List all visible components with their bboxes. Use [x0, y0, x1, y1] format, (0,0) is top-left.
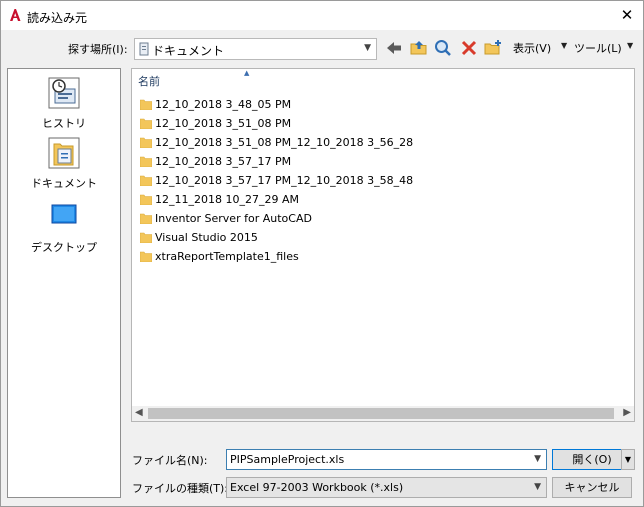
- list-item[interactable]: 12_10_2018 3_51_08 PM: [140, 115, 600, 133]
- close-button[interactable]: ✕: [615, 3, 639, 27]
- view-menu[interactable]: 表示(V): [513, 40, 551, 56]
- chevron-down-icon[interactable]: ▼: [534, 454, 541, 464]
- autocad-logo-icon: [8, 8, 22, 22]
- list-item[interactable]: Inventor Server for AutoCAD: [140, 210, 600, 228]
- file-name: 12_11_2018 10_27_29 AM: [155, 193, 299, 206]
- list-item[interactable]: xtraReportTemplate1_files: [140, 248, 600, 266]
- folder-icon: [140, 175, 152, 186]
- filename-input[interactable]: PIPSampleProject.xls ▼: [226, 449, 547, 470]
- folder-icon: [140, 137, 152, 148]
- desktop-icon: [46, 199, 82, 235]
- open-dialog: 読み込み元 ✕ 探す場所(I): ドキュメント ▼ 表示(V) ▼ ツール(L)…: [0, 0, 644, 507]
- file-name: Visual Studio 2015: [155, 231, 258, 244]
- cancel-button[interactable]: キャンセル: [552, 477, 632, 498]
- folder-icon: [140, 194, 152, 205]
- place-desktop[interactable]: デスクトップ: [8, 199, 120, 255]
- list-item[interactable]: 12_10_2018 3_51_08 PM_12_10_2018 3_56_28: [140, 134, 600, 152]
- filetype-select[interactable]: Excel 97-2003 Workbook (*.xls) ▼: [226, 477, 547, 498]
- documents-small-icon: [139, 42, 149, 56]
- folder-icon: [140, 232, 152, 243]
- folder-icon: [140, 251, 152, 262]
- filename-label: ファイル名(N):: [132, 454, 208, 467]
- chevron-down-icon: ▼: [364, 43, 371, 53]
- lookin-value: ドキュメント: [152, 44, 225, 58]
- chevron-down-icon[interactable]: ▼: [534, 482, 541, 492]
- file-name: 12_10_2018 3_51_08 PM_12_10_2018 3_56_28: [155, 136, 414, 149]
- file-name: 12_10_2018 3_48_05 PM: [155, 98, 292, 111]
- open-button[interactable]: 開く(O): [552, 449, 632, 470]
- folder-icon: [140, 118, 152, 129]
- file-name: 12_10_2018 3_57_17 PM_12_10_2018 3_58_48: [155, 174, 414, 187]
- folder-icon: [140, 213, 152, 224]
- place-label: デスクトップ: [31, 241, 97, 254]
- list-item[interactable]: Visual Studio 2015: [140, 229, 600, 247]
- scroll-left-icon[interactable]: ◀: [135, 407, 143, 418]
- list-item[interactable]: 12_10_2018 3_48_05 PM: [140, 96, 600, 114]
- scrollbar-thumb[interactable]: [148, 408, 614, 419]
- view-dropdown-arrow-icon[interactable]: ▼: [561, 41, 567, 50]
- title-bar: 読み込み元 ✕: [1, 1, 643, 30]
- open-dropdown-arrow-icon[interactable]: ▼: [621, 449, 635, 470]
- places-bar: ヒストリ ドキュメント デスクトップ: [7, 68, 121, 498]
- place-history[interactable]: ヒストリ: [8, 75, 120, 131]
- tools-dropdown-arrow-icon[interactable]: ▼: [627, 41, 633, 50]
- horizontal-scrollbar[interactable]: ◀ ▶: [132, 406, 634, 421]
- filetype-label: ファイルの種類(T):: [132, 482, 229, 495]
- documents-icon: [46, 135, 82, 171]
- filetype-value: Excel 97-2003 Workbook (*.xls): [230, 481, 404, 494]
- new-folder-icon[interactable]: [483, 38, 503, 58]
- place-documents[interactable]: ドキュメント: [8, 135, 120, 191]
- search-web-icon[interactable]: [433, 38, 453, 58]
- file-name: Inventor Server for AutoCAD: [155, 212, 312, 225]
- file-name: xtraReportTemplate1_files: [155, 250, 299, 263]
- delete-icon[interactable]: [459, 38, 479, 58]
- column-header-name[interactable]: 名前: [138, 73, 160, 89]
- lookin-label: 探す場所(I):: [68, 43, 128, 56]
- scroll-right-icon[interactable]: ▶: [623, 407, 631, 418]
- file-name: 12_10_2018 3_51_08 PM: [155, 117, 292, 130]
- place-label: ドキュメント: [31, 177, 97, 190]
- folder-icon: [140, 99, 152, 110]
- up-folder-icon[interactable]: [409, 38, 429, 58]
- window-title: 読み込み元: [27, 11, 88, 25]
- sort-ascending-icon: ▲: [244, 69, 250, 77]
- tools-menu[interactable]: ツール(L): [574, 40, 622, 56]
- list-item[interactable]: 12_10_2018 3_57_17 PM_12_10_2018 3_58_48: [140, 172, 600, 190]
- history-icon: [46, 75, 82, 111]
- filename-value: PIPSampleProject.xls: [230, 453, 345, 466]
- file-name: 12_10_2018 3_57_17 PM: [155, 155, 292, 168]
- place-label: ヒストリ: [42, 117, 86, 130]
- back-icon[interactable]: [384, 38, 404, 58]
- list-item[interactable]: 12_11_2018 10_27_29 AM: [140, 191, 600, 209]
- folder-icon: [140, 156, 152, 167]
- list-item[interactable]: 12_10_2018 3_57_17 PM: [140, 153, 600, 171]
- file-list[interactable]: 名前 ▲ 12_10_2018 3_48_05 PM 12_10_2018 3_…: [131, 68, 635, 422]
- lookin-combo[interactable]: ドキュメント ▼: [134, 38, 377, 60]
